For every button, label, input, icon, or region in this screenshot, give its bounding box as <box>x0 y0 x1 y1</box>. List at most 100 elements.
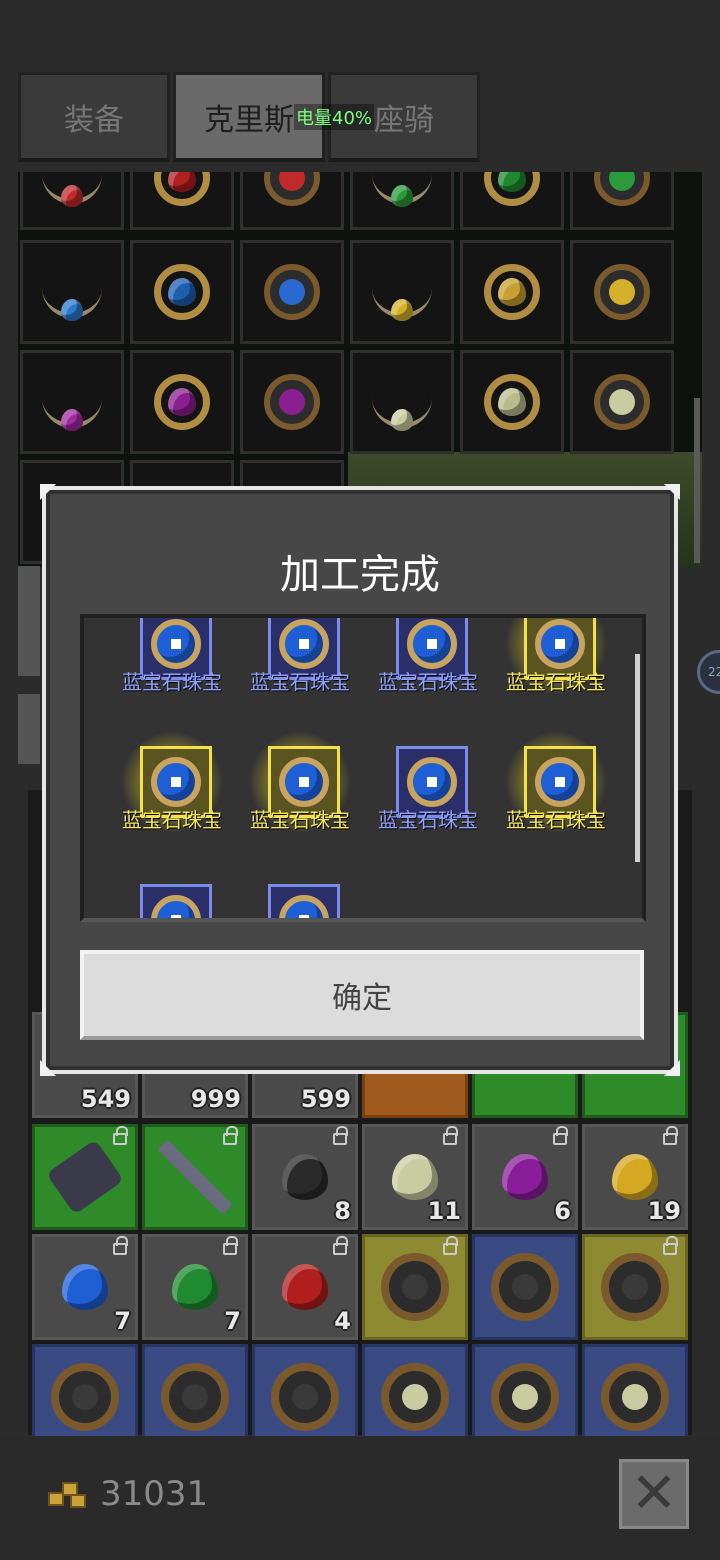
confirm-button[interactable]: 确定 <box>80 950 644 1040</box>
ore-icon <box>282 1154 328 1200</box>
ore-icon <box>612 1154 658 1200</box>
sapphire-jewel-icon <box>407 619 457 669</box>
accessory-slot[interactable] <box>130 240 234 344</box>
rune-icon <box>51 1363 119 1431</box>
inventory-slot[interactable] <box>472 1234 578 1340</box>
accessory-slot[interactable] <box>20 172 124 230</box>
sapphire-jewel-icon <box>151 895 201 918</box>
reward-label: 蓝宝石珠宝 <box>250 808 350 832</box>
sapphire-jewel-icon <box>535 757 585 807</box>
rune-icon <box>381 1363 449 1431</box>
reward-item[interactable]: 蓝宝石珠宝 <box>492 618 620 730</box>
dialog-corner <box>40 484 56 500</box>
inventory-slot[interactable]: 7 <box>142 1234 248 1340</box>
accessory-slot[interactable] <box>130 350 234 454</box>
lock-icon <box>113 1236 128 1255</box>
accessory-slot[interactable] <box>460 172 564 230</box>
reward-label: 蓝宝石珠宝 <box>122 670 222 694</box>
reward-item[interactable]: 蓝宝石珠宝 <box>364 738 492 868</box>
inventory-slot[interactable] <box>32 1344 138 1450</box>
rune-icon <box>381 1253 449 1321</box>
tab-equipment[interactable]: 装备 <box>18 72 170 162</box>
reward-item[interactable] <box>108 876 236 918</box>
rune-icon <box>491 1253 559 1321</box>
reward-label: 蓝宝石珠宝 <box>378 808 478 832</box>
inventory-slot[interactable] <box>582 1344 688 1450</box>
crafting-complete-dialog: 加工完成 蓝宝石珠宝 蓝宝石珠宝 蓝宝石珠宝 蓝宝石珠宝 蓝宝石珠宝 蓝宝石珠宝… <box>40 484 680 1076</box>
accessory-slot[interactable] <box>130 172 234 230</box>
accessory-slot[interactable] <box>570 240 674 344</box>
accessory-slot[interactable] <box>570 350 674 454</box>
inventory-slot[interactable] <box>32 1124 138 1230</box>
accessory-slot[interactable] <box>350 240 454 344</box>
lock-icon <box>333 1236 348 1255</box>
reward-label: 蓝宝石珠宝 <box>250 670 350 694</box>
results-list[interactable]: 蓝宝石珠宝 蓝宝石珠宝 蓝宝石珠宝 蓝宝石珠宝 蓝宝石珠宝 蓝宝石珠宝 蓝宝石珠… <box>80 614 646 922</box>
inventory-slot[interactable]: 7 <box>32 1234 138 1340</box>
close-button[interactable]: ✕ <box>619 1459 689 1529</box>
reward-item[interactable]: 蓝宝石珠宝 <box>108 618 236 730</box>
lock-icon <box>333 1126 348 1145</box>
inventory-slot[interactable]: 4 <box>252 1234 358 1340</box>
inventory-slot[interactable] <box>142 1344 248 1450</box>
reward-frame <box>140 884 212 918</box>
accessory-slot[interactable] <box>460 240 564 344</box>
inventory-slot[interactable] <box>252 1344 358 1450</box>
inventory-slot[interactable] <box>582 1234 688 1340</box>
ore-icon <box>62 1264 108 1310</box>
inventory-slot[interactable]: 11 <box>362 1124 468 1230</box>
side-badge[interactable]: 22 <box>697 650 720 694</box>
reward-item[interactable] <box>236 876 364 918</box>
results-scrollbar[interactable] <box>635 654 640 862</box>
accessory-slot[interactable] <box>20 240 124 344</box>
lock-icon <box>223 1126 238 1145</box>
accessory-slot[interactable] <box>240 350 344 454</box>
rune-icon <box>271 1363 339 1431</box>
reward-label: 蓝宝石珠宝 <box>506 808 606 832</box>
battery-indicator: 电量40% <box>294 104 375 130</box>
inventory-slot[interactable]: 6 <box>472 1124 578 1230</box>
ore-icon <box>502 1154 548 1200</box>
accessory-slot[interactable] <box>350 172 454 230</box>
sword-icon <box>157 1139 233 1215</box>
reward-item[interactable]: 蓝宝石珠宝 <box>236 618 364 730</box>
inventory-slot[interactable]: 8 <box>252 1124 358 1230</box>
reward-item[interactable]: 蓝宝石珠宝 <box>236 732 364 868</box>
inventory-slot[interactable] <box>362 1234 468 1340</box>
inventory-slot[interactable] <box>142 1124 248 1230</box>
accessory-slot[interactable] <box>20 350 124 454</box>
accessory-slot[interactable] <box>350 350 454 454</box>
gold-coins-icon <box>48 1482 88 1510</box>
accessory-slot[interactable] <box>460 350 564 454</box>
reward-frame <box>268 884 340 918</box>
dialog-corner <box>664 484 680 500</box>
reward-label: 蓝宝石珠宝 <box>378 670 478 694</box>
lock-icon <box>113 1126 128 1145</box>
close-icon: ✕ <box>630 1461 678 1526</box>
rune-icon <box>601 1363 669 1431</box>
upper-scrollbar[interactable] <box>694 398 700 563</box>
rune-icon <box>491 1363 559 1431</box>
inventory-slot[interactable] <box>472 1344 578 1450</box>
rune-icon <box>161 1363 229 1431</box>
sapphire-jewel-icon <box>279 895 329 918</box>
ore-icon <box>392 1154 438 1200</box>
inventory-slot[interactable]: 19 <box>582 1124 688 1230</box>
reward-label: 蓝宝石珠宝 <box>122 808 222 832</box>
lock-icon <box>443 1126 458 1145</box>
dialog-title: 加工完成 <box>280 552 440 598</box>
rune-icon <box>601 1253 669 1321</box>
ore-icon <box>172 1264 218 1310</box>
sapphire-jewel-icon <box>279 619 329 669</box>
dialog-corner <box>664 1060 680 1076</box>
sapphire-jewel-icon <box>151 619 201 669</box>
reward-item[interactable]: 蓝宝石珠宝 <box>492 732 620 868</box>
reward-label: 蓝宝石珠宝 <box>506 670 606 694</box>
inventory-slot[interactable] <box>362 1344 468 1450</box>
accessory-slot[interactable] <box>570 172 674 230</box>
accessory-slot[interactable] <box>240 240 344 344</box>
reward-item[interactable]: 蓝宝石珠宝 <box>108 732 236 868</box>
accessory-slot[interactable] <box>240 172 344 230</box>
reward-item[interactable]: 蓝宝石珠宝 <box>364 618 492 730</box>
lock-icon <box>223 1236 238 1255</box>
